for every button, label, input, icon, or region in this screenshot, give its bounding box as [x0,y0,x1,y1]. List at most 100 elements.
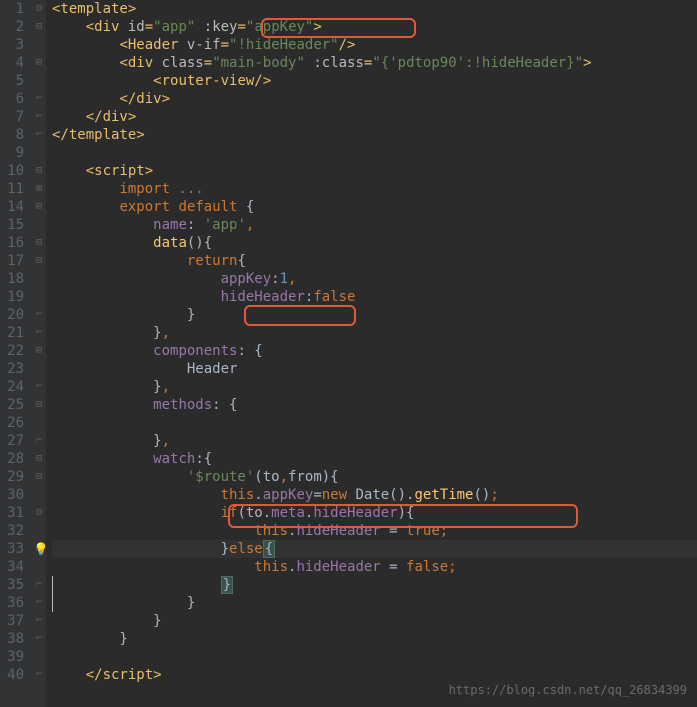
code-line[interactable]: } [52,594,697,612]
fold-marker[interactable]: ⊟ [32,162,46,180]
fold-marker[interactable]: ⌐ [32,90,46,108]
code-line[interactable]: methods: { [52,396,697,414]
fold-marker[interactable] [32,414,46,432]
code-line[interactable]: } [52,576,697,594]
code-line[interactable]: data(){ [52,234,697,252]
fold-marker[interactable]: ⌐ [32,306,46,324]
fold-marker[interactable]: ⊟ [32,18,46,36]
fold-marker[interactable]: ⌐ [32,378,46,396]
code-area[interactable]: <template> <div id="app" :key="appKey"> … [46,0,697,707]
fold-marker[interactable]: ⊟ [32,198,46,216]
code-line[interactable]: </div> [52,108,697,126]
code-line[interactable]: export default { [52,198,697,216]
line-number: 27 [4,432,24,450]
fold-marker[interactable]: ⊟ [32,234,46,252]
code-line[interactable]: '$route'(to,from){ [52,468,697,486]
fold-marker[interactable] [32,36,46,54]
lightbulb-icon[interactable]: 💡 [34,542,48,556]
code-line[interactable]: }, [52,324,697,342]
fold-marker[interactable]: ⊟ [32,450,46,468]
line-number: 21 [4,324,24,342]
code-line[interactable]: </div> [52,90,697,108]
code-line[interactable]: } [52,612,697,630]
line-number: 33 [4,540,24,558]
code-line[interactable]: <div class="main-body" :class="{'pdtop90… [52,54,697,72]
code-line[interactable]: <router-view/> [52,72,697,90]
line-number: 18 [4,270,24,288]
line-number: 40 [4,666,24,684]
fold-marker[interactable]: ⌐ [32,630,46,648]
fold-marker[interactable]: ⊟ [32,252,46,270]
code-line[interactable] [52,648,697,666]
fold-marker[interactable] [32,288,46,306]
fold-marker[interactable] [32,648,46,666]
line-number: 39 [4,648,24,666]
code-line[interactable] [52,144,697,162]
code-line[interactable]: </template> [52,126,697,144]
code-line[interactable]: components: { [52,342,697,360]
line-number: 31 [4,504,24,522]
fold-marker[interactable]: ⊟ [32,504,46,522]
fold-marker[interactable] [32,144,46,162]
fold-marker[interactable] [32,72,46,90]
code-editor[interactable]: 1234567891011141516171819202122232425262… [0,0,697,707]
fold-marker[interactable]: ⊟ [32,0,46,18]
fold-marker[interactable] [32,270,46,288]
code-line[interactable]: <script> [52,162,697,180]
code-line[interactable]: appKey:1, [52,270,697,288]
fold-column[interactable]: ⊟⊟⊟⌐⌐⌐⊟⊞⊟⊟⊟⌐⌐⊟⌐⊟⌐⊟⊟⊟⊟⌐⌐⌐⌐⌐ [32,0,46,707]
fold-marker[interactable]: ⌐ [32,108,46,126]
fold-marker[interactable]: ⊟ [32,396,46,414]
code-line[interactable]: this.hideHeader = true; [52,522,697,540]
fold-marker[interactable]: ⌐ [32,594,46,612]
fold-marker[interactable] [32,216,46,234]
code-line[interactable]: watch:{ [52,450,697,468]
line-number: 1 [4,0,24,18]
line-number: 35 [4,576,24,594]
code-line[interactable]: <div id="app" :key="appKey"> [52,18,697,36]
fold-marker[interactable]: ⌐ [32,324,46,342]
code-line[interactable]: this.appKey=new Date().getTime(); [52,486,697,504]
code-line[interactable]: <Header v-if="!hideHeader"/> [52,36,697,54]
code-line[interactable]: }, [52,378,697,396]
fold-marker[interactable]: ⌐ [32,126,46,144]
fold-marker[interactable] [32,360,46,378]
line-number: 24 [4,378,24,396]
code-line[interactable]: import ... [52,180,697,198]
line-number: 10 [4,162,24,180]
fold-marker[interactable]: ⌐ [32,666,46,684]
code-line[interactable]: <template> [52,0,697,18]
fold-marker[interactable] [32,486,46,504]
line-number: 11 [4,180,24,198]
code-line[interactable]: return{ [52,252,697,270]
code-line[interactable]: this.hideHeader = false; [52,558,697,576]
line-number: 37 [4,612,24,630]
code-line[interactable]: hideHeader:false [52,288,697,306]
code-line[interactable]: } [52,306,697,324]
fold-marker[interactable]: ⊟ [32,54,46,72]
line-number: 5 [4,72,24,90]
fold-marker[interactable]: ⌐ [32,612,46,630]
line-number: 7 [4,108,24,126]
code-line[interactable]: } [52,630,697,648]
line-number: 26 [4,414,24,432]
fold-marker[interactable]: ⊟ [32,342,46,360]
fold-marker[interactable]: ⊟ [32,468,46,486]
code-line[interactable]: }, [52,432,697,450]
line-number: 23 [4,360,24,378]
code-line[interactable]: name: 'app', [52,216,697,234]
line-number: 25 [4,396,24,414]
code-line[interactable]: Header [52,360,697,378]
fold-marker[interactable] [32,558,46,576]
fold-marker[interactable] [32,522,46,540]
line-number: 20 [4,306,24,324]
line-number: 19 [4,288,24,306]
fold-marker[interactable]: ⊞ [32,180,46,198]
fold-marker[interactable]: ⌐ [32,576,46,594]
code-line[interactable]: }else{ [52,540,697,558]
code-line[interactable]: if(to.meta.hideHeader){ [52,504,697,522]
line-number: 6 [4,90,24,108]
line-number: 17 [4,252,24,270]
fold-marker[interactable]: ⌐ [32,432,46,450]
code-line[interactable] [52,414,697,432]
